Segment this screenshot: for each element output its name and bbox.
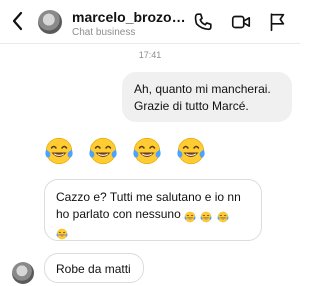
inline-emojis <box>184 208 230 225</box>
message-text-line: Cazzo e? Tutti me salutano e io nn <box>56 190 241 204</box>
flag-icon[interactable] <box>266 11 288 33</box>
avatar[interactable] <box>12 262 34 284</box>
message-text-row <box>56 225 250 242</box>
tears-of-joy-emoji-icon <box>217 211 229 223</box>
tears-of-joy-emoji-icon <box>56 228 68 240</box>
message-timestamp: 17:41 <box>138 50 162 60</box>
phone-icon[interactable] <box>192 11 214 33</box>
tears-of-joy-emoji-icon <box>184 211 196 223</box>
avatar[interactable] <box>38 10 62 34</box>
tears-of-joy-emoji-icon <box>44 136 74 166</box>
tears-of-joy-emoji-icon <box>176 136 206 166</box>
message-text-row: ho parlato con nessuno <box>56 206 250 225</box>
contact-name[interactable]: marcelo_brozo… <box>72 9 186 25</box>
incoming-message[interactable]: Robe da matti <box>44 253 144 283</box>
message-text-line: Ah, quanto mi mancherai. <box>134 82 271 96</box>
video-icon[interactable] <box>230 11 252 33</box>
message-text-line: Grazie di tutto Marcé. <box>134 99 249 113</box>
emoji-message[interactable] <box>44 136 214 170</box>
back-chevron-icon[interactable] <box>10 10 26 32</box>
contact-subtitle: Chat business <box>72 27 136 38</box>
tears-of-joy-emoji-icon <box>132 136 162 166</box>
message-text: Robe da matti <box>56 262 131 276</box>
outgoing-message[interactable]: Ah, quanto mi mancherai. Grazie di tutto… <box>122 72 292 122</box>
incoming-message[interactable]: Cazzo e? Tutti me salutano e io nn ho pa… <box>44 179 262 241</box>
tears-of-joy-emoji-icon <box>88 136 118 166</box>
chat-header: marcelo_brozo… Chat business <box>0 0 300 44</box>
message-text-line: ho parlato con nessuno <box>56 207 181 221</box>
tears-of-joy-emoji-icon <box>200 211 212 223</box>
